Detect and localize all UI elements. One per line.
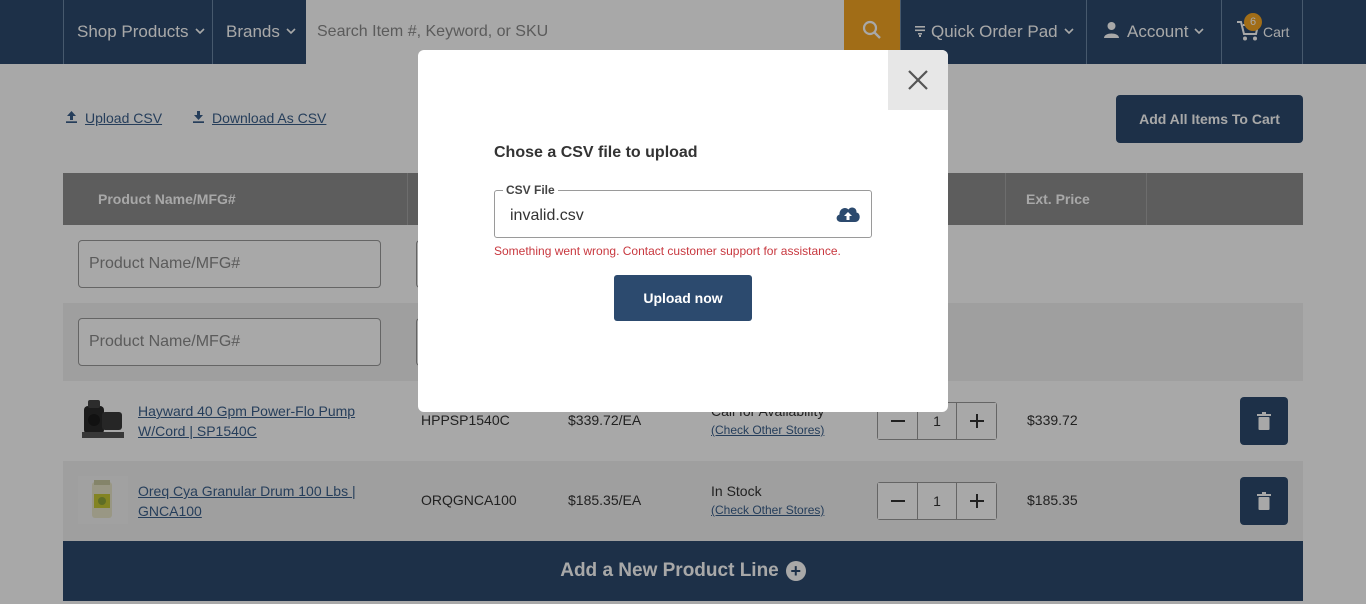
csv-file-field[interactable]: CSV File invalid.csv — [494, 183, 872, 238]
csv-file-label: CSV File — [503, 183, 558, 197]
modal-title: Chose a CSV file to upload — [494, 144, 698, 161]
csv-file-value: invalid.csv — [510, 207, 584, 224]
modal-close-button[interactable] — [888, 50, 948, 110]
upload-csv-modal: Chose a CSV file to upload CSV File inva… — [418, 50, 948, 412]
upload-now-button[interactable]: Upload now — [614, 275, 752, 321]
close-icon — [908, 70, 928, 90]
cloud-upload-icon[interactable] — [835, 205, 861, 228]
error-message: Something went wrong. Contact customer s… — [494, 244, 841, 258]
